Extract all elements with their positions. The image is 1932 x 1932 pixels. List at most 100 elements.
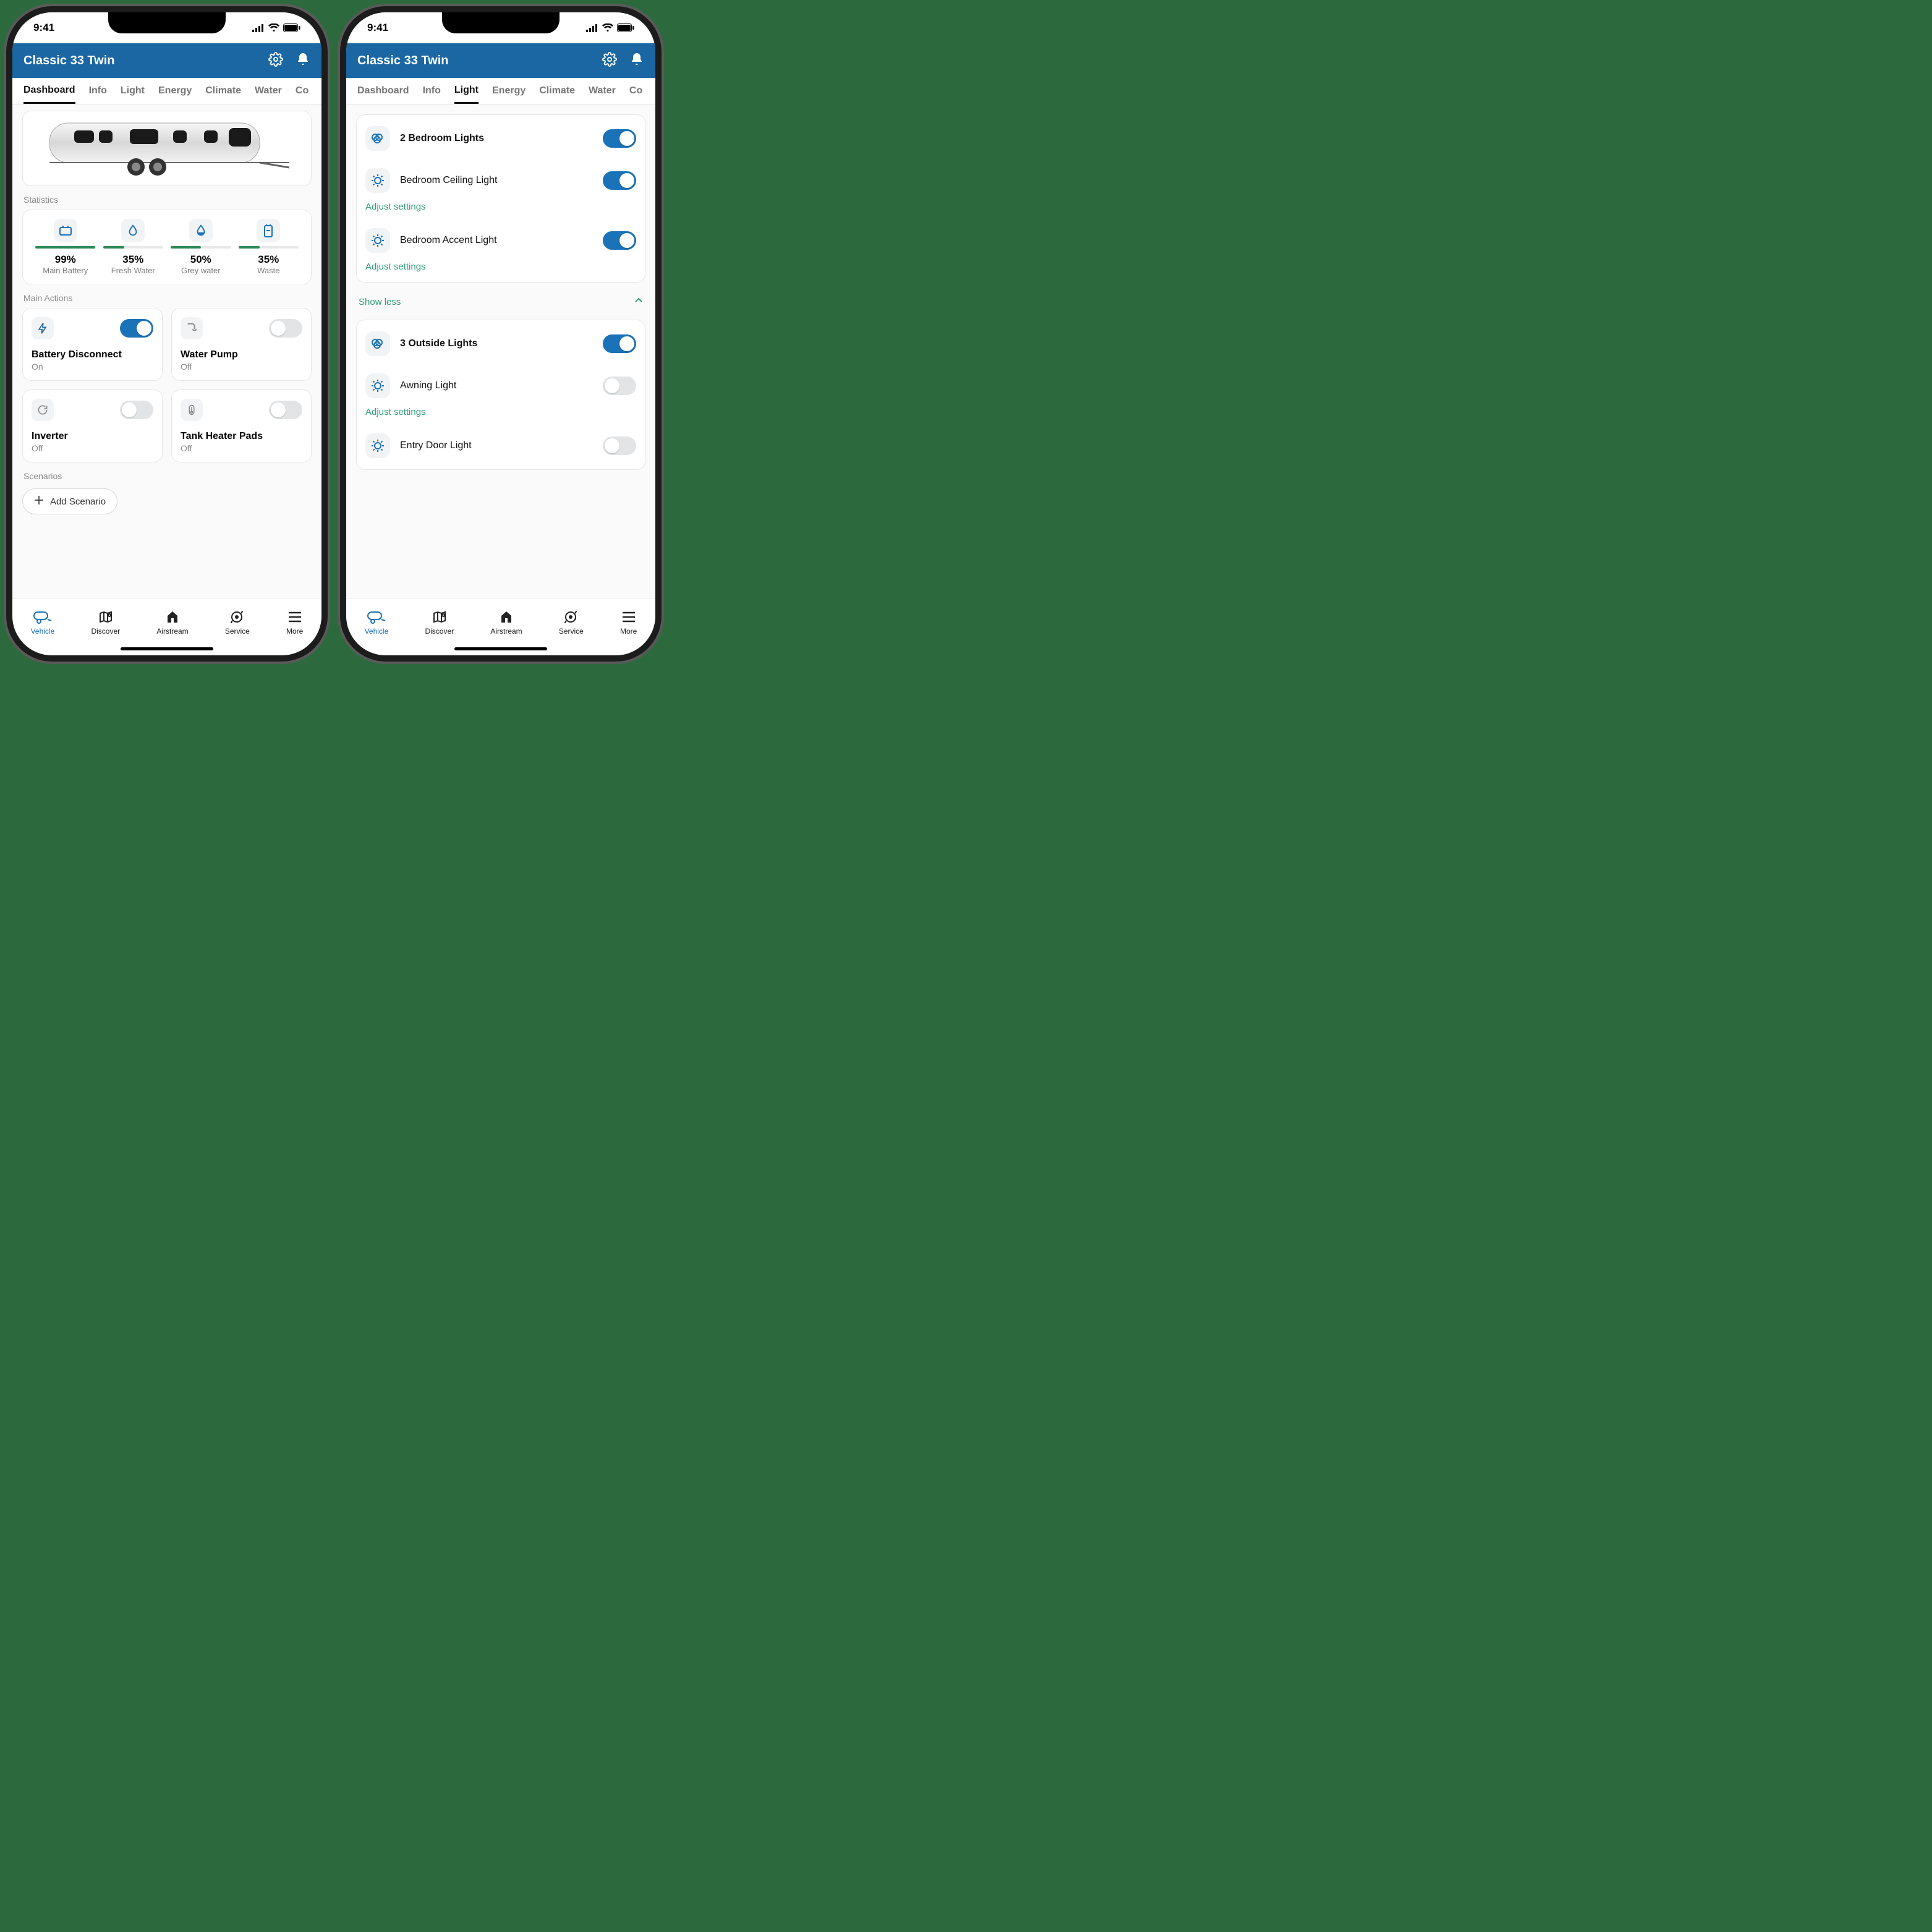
stat-name: Fresh Water [100, 266, 168, 275]
stat-icon [189, 219, 213, 242]
lightbulb-icon [365, 433, 390, 458]
stat-main-battery[interactable]: 99%Main Battery [32, 219, 100, 275]
settings-gear-icon[interactable] [602, 52, 617, 70]
tab-energy[interactable]: Energy [158, 79, 192, 103]
nav-vehicle[interactable]: Vehicle [31, 608, 55, 636]
toggle-switch[interactable] [603, 436, 636, 455]
nav-more[interactable]: More [620, 608, 637, 636]
tab-energy[interactable]: Energy [492, 79, 526, 103]
light-name: 2 Bedroom Lights [400, 133, 484, 144]
nav-vehicle[interactable]: Vehicle [365, 608, 389, 636]
action-battery-disconnect: Battery DisconnectOn [22, 308, 163, 381]
stat-fresh-water[interactable]: 35%Fresh Water [100, 219, 168, 275]
show-less-toggle[interactable]: Show less [356, 290, 645, 313]
discover-icon [425, 608, 454, 626]
light-row: Bedroom Accent Light [365, 219, 636, 262]
tab-info[interactable]: Info [423, 79, 441, 103]
nav-label: Airstream [156, 627, 188, 636]
tab-climate[interactable]: Climate [205, 79, 241, 103]
tab-climate[interactable]: Climate [539, 79, 575, 103]
statistics-card: 99%Main Battery35%Fresh Water50%Grey wat… [22, 210, 312, 284]
vehicle-image-card [22, 111, 312, 186]
tab-dashboard[interactable]: Dashboard [357, 79, 409, 103]
stat-value: 50% [167, 253, 235, 266]
nav-service[interactable]: Service [559, 608, 584, 636]
nav-more[interactable]: More [286, 608, 303, 636]
home-indicator [121, 647, 213, 650]
adjust-settings-link[interactable]: Adjust settings [365, 262, 636, 279]
content-light: 2 Bedroom LightsBedroom Ceiling LightAdj… [346, 104, 655, 604]
stat-icon [257, 219, 280, 242]
toggle-switch[interactable] [603, 129, 636, 148]
nav-label: Discover [91, 627, 120, 636]
toggle-switch[interactable] [603, 171, 636, 190]
stat-value: 35% [235, 253, 303, 266]
nav-airstream[interactable]: Airstream [490, 608, 522, 636]
service-icon [559, 608, 584, 626]
nav-discover[interactable]: Discover [91, 608, 120, 636]
action-water-pump: Water Pump Off [171, 308, 312, 381]
trailer-illustration [43, 114, 291, 182]
page-title: Classic 33 Twin [357, 54, 448, 68]
nav-discover[interactable]: Discover [425, 608, 454, 636]
toggle-switch[interactable] [603, 334, 636, 353]
content-dashboard: Statistics 99%Main Battery35%Fresh Water… [12, 104, 321, 600]
tab-dashboard[interactable]: Dashboard [23, 79, 75, 104]
action-state: Off [181, 443, 302, 453]
home-indicator [454, 647, 547, 650]
tab-co[interactable]: Co [629, 79, 642, 103]
light-name: 3 Outside Lights [400, 338, 477, 349]
tab-water[interactable]: Water [255, 79, 282, 103]
discover-icon [91, 608, 120, 626]
tab-info[interactable]: Info [89, 79, 107, 103]
nav-label: Discover [425, 627, 454, 636]
airstream-icon [490, 608, 522, 626]
settings-gear-icon[interactable] [268, 52, 283, 70]
light-group-outside: 3 Outside Lights Awning LightAdjust setti… [356, 320, 645, 470]
vehicle-icon [365, 608, 389, 626]
tab-co[interactable]: Co [296, 79, 309, 103]
nav-service[interactable]: Service [225, 608, 250, 636]
tab-light[interactable]: Light [121, 79, 145, 103]
toggle-switch[interactable] [269, 401, 302, 419]
more-icon [620, 608, 637, 626]
tab-bar: Dashboard Info Light Energy Climate Water Co [12, 78, 321, 104]
nav-label: Service [225, 627, 250, 636]
nav-label: More [620, 627, 637, 636]
light-row: Entry Door Light [365, 425, 636, 467]
tab-water[interactable]: Water [589, 79, 616, 103]
action-state: Off [181, 362, 302, 372]
cellular-signal-icon [252, 23, 265, 32]
light-row: 3 Outside Lights [365, 323, 636, 365]
stat-grey-water[interactable]: 50%Grey water [167, 219, 235, 275]
adjust-settings-link[interactable]: Adjust settings [365, 407, 636, 425]
toggle-switch[interactable] [603, 231, 636, 250]
nav-label: More [286, 627, 303, 636]
stat-waste[interactable]: 35%Waste [235, 219, 303, 275]
light-row: Awning Light [365, 365, 636, 407]
toggle-switch[interactable] [120, 319, 153, 338]
add-scenario-button[interactable]: Add Scenario [22, 488, 117, 514]
light-row: Bedroom Ceiling Light [365, 160, 636, 202]
action-inverter: InverterOff [22, 389, 163, 462]
light-group-bedroom: 2 Bedroom LightsBedroom Ceiling LightAdj… [356, 114, 645, 283]
nav-label: Service [559, 627, 584, 636]
toggle-switch[interactable] [269, 319, 302, 338]
lightbulb-icon [365, 168, 390, 193]
stat-icon [54, 219, 77, 242]
wifi-icon [602, 23, 613, 32]
action-title: Water Pump [181, 349, 302, 360]
nav-airstream[interactable]: Airstream [156, 608, 188, 636]
device-notch [442, 12, 560, 33]
notifications-bell-icon[interactable] [629, 52, 644, 70]
section-label-scenarios: Scenarios [23, 471, 310, 481]
adjust-settings-link[interactable]: Adjust settings [365, 202, 636, 219]
notifications-bell-icon[interactable] [296, 52, 310, 70]
section-label-main-actions: Main Actions [23, 293, 310, 303]
tab-light[interactable]: Light [454, 79, 479, 104]
toggle-switch[interactable] [120, 401, 153, 419]
plus-icon [34, 495, 44, 508]
toggle-switch[interactable] [603, 377, 636, 395]
nav-label: Vehicle [31, 627, 55, 636]
show-less-label: Show less [359, 297, 401, 307]
